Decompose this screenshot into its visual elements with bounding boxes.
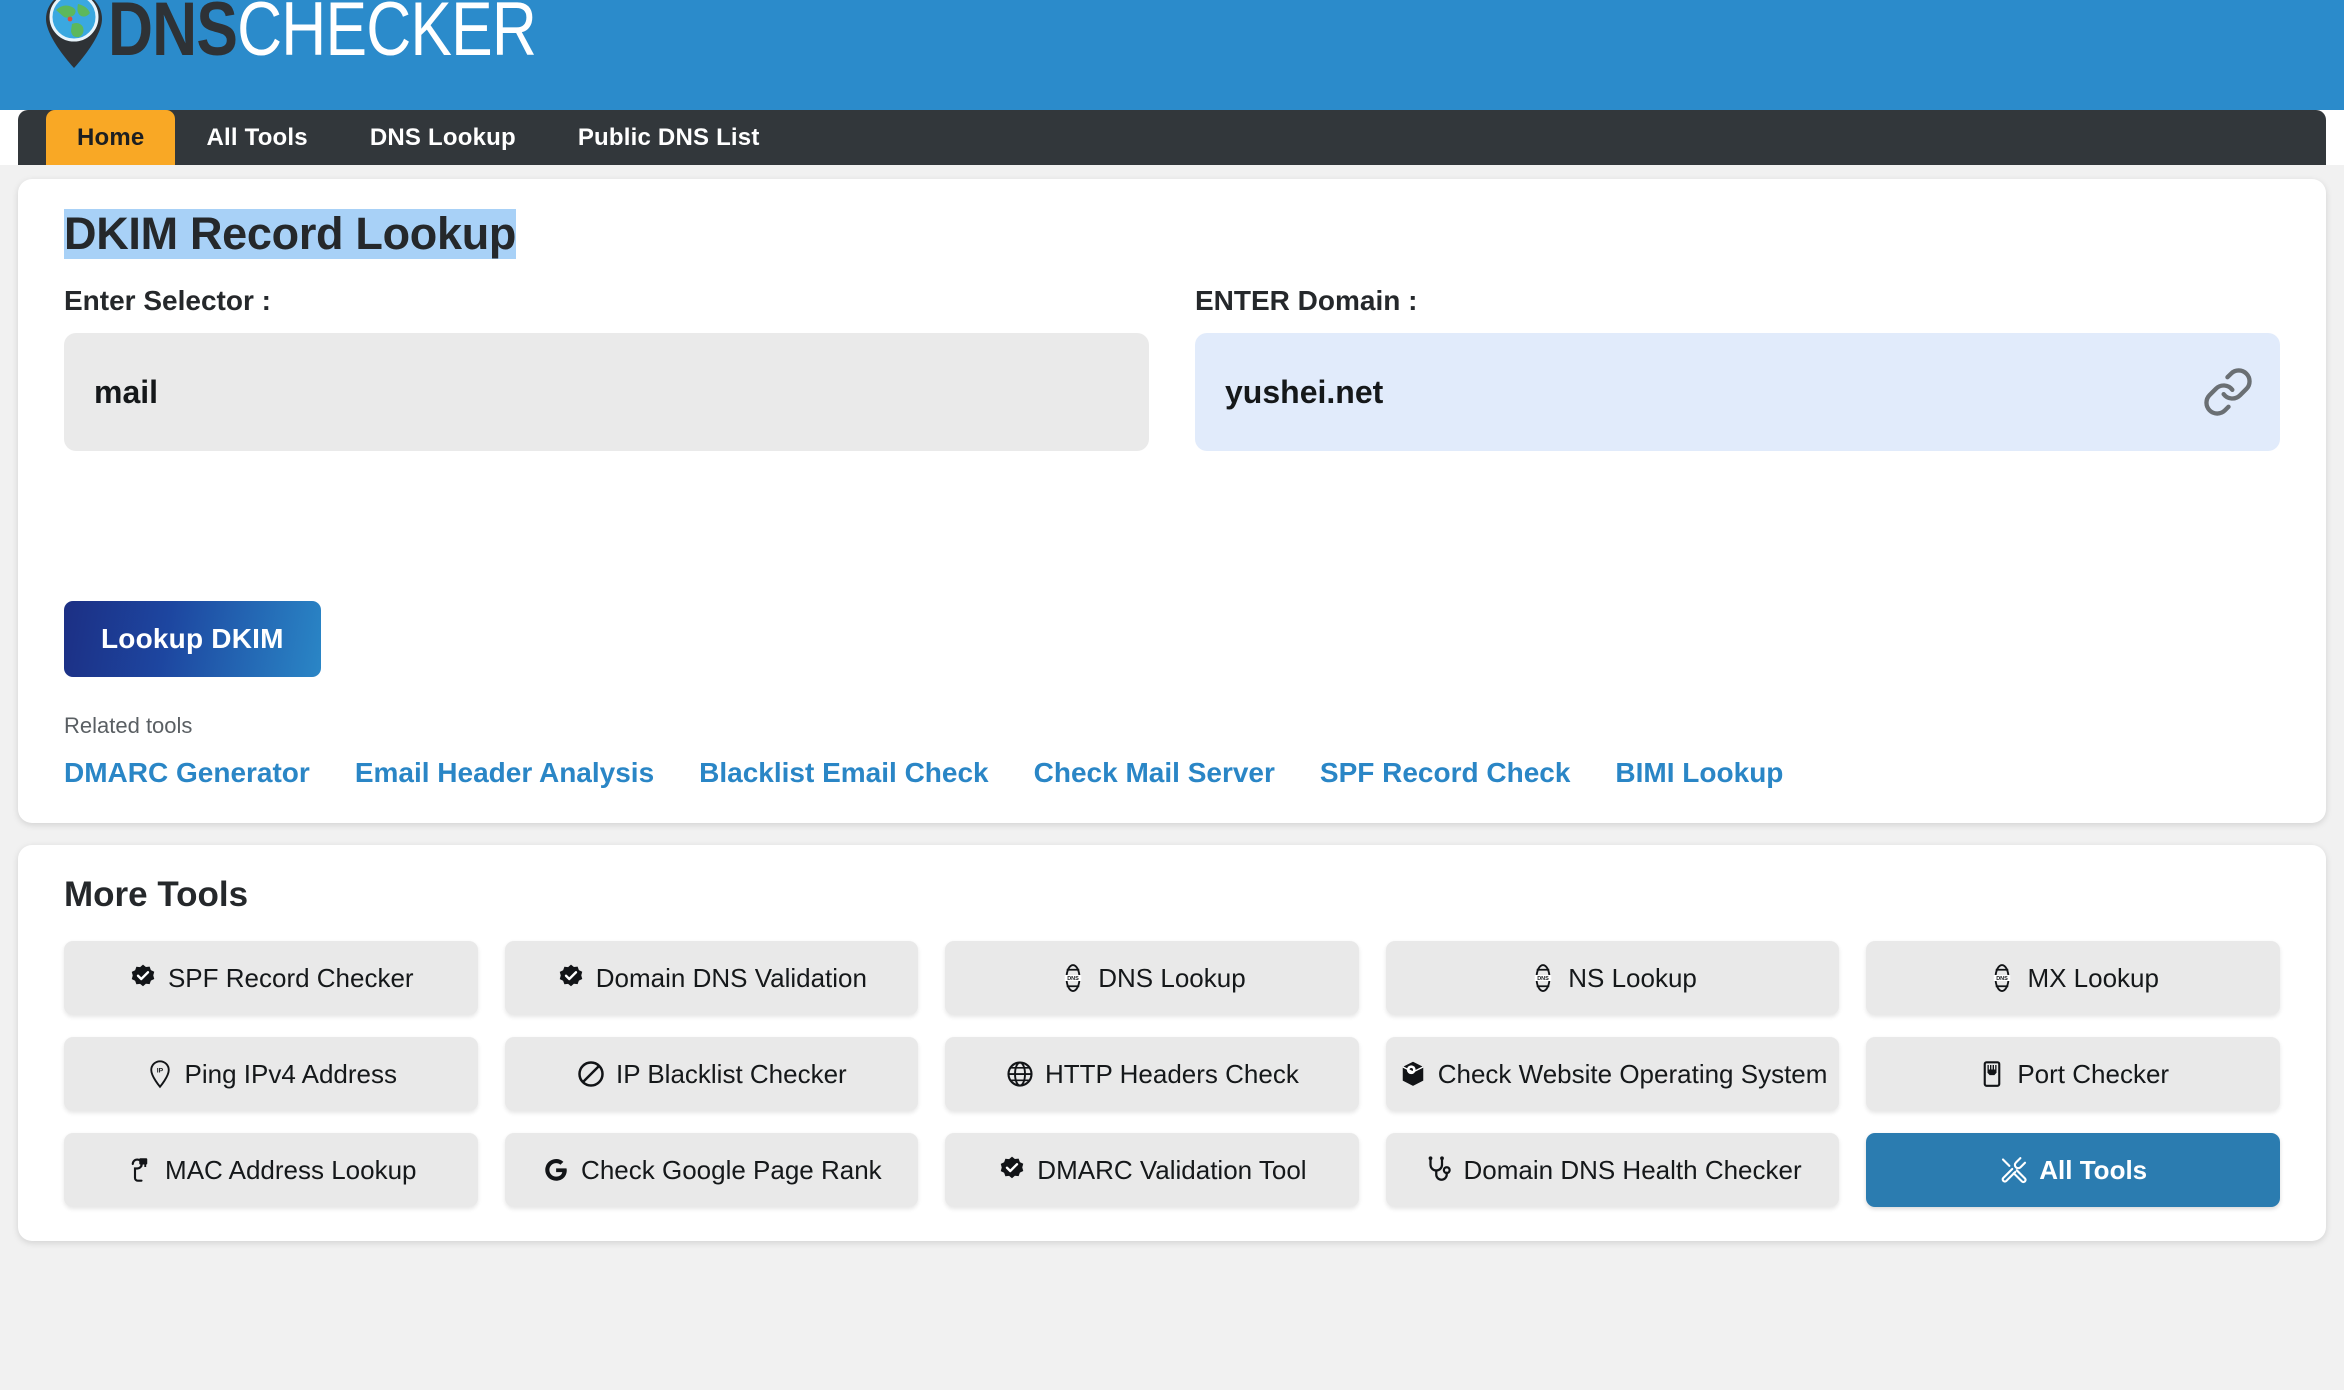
nav-item-public-dns-list[interactable]: Public DNS List <box>547 110 791 165</box>
tool-button-label: DNS Lookup <box>1098 962 1246 993</box>
lookup-form: Enter Selector : mail ENTER Domain : yus… <box>64 285 2280 452</box>
logo-wordmark: DNSCHECKER <box>108 0 537 68</box>
google-g-icon <box>541 1155 571 1185</box>
svg-text:DNS: DNS <box>1067 976 1079 982</box>
globe-map-pin-icon <box>42 0 106 72</box>
selector-input[interactable]: mail <box>64 333 1149 452</box>
tool-button-label: Check Website Operating System <box>1437 1058 1828 1089</box>
dns-globe-icon: DNS <box>1987 963 2017 993</box>
related-link-dmarc-generator[interactable]: DMARC Generator <box>64 757 310 789</box>
selector-label: Enter Selector : <box>64 285 271 317</box>
nav-label: Home <box>77 123 145 151</box>
prohibited-icon <box>576 1059 606 1089</box>
logo-checker-text: CHECKER <box>237 0 537 72</box>
tool-button-all-tools[interactable]: All Tools <box>1866 1133 2280 1208</box>
tool-button-check-website-operating-system[interactable]: Check Website Operating System <box>1385 1037 1840 1112</box>
related-link-bimi-lookup[interactable]: BIMI Lookup <box>1615 757 1783 789</box>
related-link-spf-record-check[interactable]: SPF Record Check <box>1320 757 1571 789</box>
tool-button-label: DMARC Validation Tool <box>1037 1154 1307 1185</box>
dkim-lookup-card: DKIM Record Lookup Enter Selector : mail… <box>18 179 2326 824</box>
tool-button-label: NS Lookup <box>1568 962 1697 993</box>
tool-button-label: IP Blacklist Checker <box>616 1058 847 1089</box>
nav-label: DNS Lookup <box>369 123 516 151</box>
page-body: DKIM Record Lookup Enter Selector : mail… <box>0 165 2344 1390</box>
related-link-blacklist-email-check[interactable]: Blacklist Email Check <box>699 757 988 789</box>
tools-icon <box>1999 1155 2029 1185</box>
related-tools-links: DMARC Generator Email Header Analysis Bl… <box>64 757 2280 789</box>
lookup-dkim-button[interactable]: Lookup DKIM <box>64 601 321 678</box>
related-link-email-header-analysis[interactable]: Email Header Analysis <box>355 757 654 789</box>
tool-button-label: Domain DNS Health Checker <box>1463 1154 1802 1185</box>
badge-check-icon <box>997 1155 1027 1185</box>
tool-button-label: HTTP Headers Check <box>1045 1058 1299 1089</box>
nav-item-all-tools[interactable]: All Tools <box>175 110 338 165</box>
badge-check-icon <box>128 963 158 993</box>
site-header: DNSCHECKER <box>0 0 2344 110</box>
tool-button-label: All Tools <box>2039 1154 2148 1185</box>
tool-button-mx-lookup[interactable]: DNS MX Lookup <box>1866 941 2280 1016</box>
tool-button-check-google-page-rank[interactable]: Check Google Page Rank <box>504 1133 919 1208</box>
more-tools-card: More Tools SPF Record Checker Domain DNS … <box>18 845 2326 1242</box>
tool-button-port-checker[interactable]: Port Checker <box>1866 1037 2280 1112</box>
selector-input-value: mail <box>94 373 159 410</box>
tool-button-spf-record-checker[interactable]: SPF Record Checker <box>64 941 478 1016</box>
related-link-check-mail-server[interactable]: Check Mail Server <box>1034 757 1275 789</box>
svg-text:DNS: DNS <box>1997 976 2009 982</box>
domain-label: ENTER Domain : <box>1195 285 1418 317</box>
logo-dns-text: DNS <box>108 0 238 72</box>
dns-globe-icon: DNS <box>1528 963 1558 993</box>
badge-check-icon <box>556 963 586 993</box>
dns-globe-icon: DNS <box>1058 963 1088 993</box>
nav-item-home[interactable]: Home <box>46 110 176 165</box>
svg-text:DNS: DNS <box>1537 976 1549 982</box>
tool-button-domain-dns-validation[interactable]: Domain DNS Validation <box>504 941 919 1016</box>
ethernet-port-icon <box>1977 1059 2007 1089</box>
tool-button-ip-blacklist-checker[interactable]: IP Blacklist Checker <box>504 1037 919 1112</box>
domain-input-value: yushei.net <box>1225 373 1384 410</box>
tool-button-domain-dns-health-checker[interactable]: Domain DNS Health Checker <box>1385 1133 1840 1208</box>
tool-button-label: Check Google Page Rank <box>581 1154 882 1185</box>
network-plug-icon <box>125 1155 155 1185</box>
domain-field-group: ENTER Domain : yushei.net <box>1195 285 2280 452</box>
more-tools-title: More Tools <box>64 875 249 915</box>
more-tools-grid: SPF Record Checker Domain DNS Validation D… <box>64 941 2280 1208</box>
selector-field-group: Enter Selector : mail <box>64 285 1149 452</box>
tool-button-label: Ping IPv4 Address <box>184 1058 398 1089</box>
page-title: DKIM Record Lookup <box>64 208 517 260</box>
main-navigation: Home All Tools DNS Lookup Public DNS Lis… <box>18 110 2326 165</box>
globe-icon <box>1005 1059 1035 1089</box>
server-box-icon <box>1398 1059 1428 1089</box>
svg-text:IP: IP <box>156 1068 163 1075</box>
tool-button-label: SPF Record Checker <box>167 962 414 993</box>
tool-button-mac-address-lookup[interactable]: MAC Address Lookup <box>64 1133 478 1208</box>
tool-button-dns-lookup[interactable]: DNS DNS Lookup <box>945 941 1359 1016</box>
site-logo[interactable]: DNSCHECKER <box>42 0 630 78</box>
tool-button-dmarc-validation-tool[interactable]: DMARC Validation Tool <box>945 1133 1359 1208</box>
nav-label: All Tools <box>206 123 308 151</box>
ip-map-pin-icon: IP <box>145 1059 175 1089</box>
tool-button-http-headers-check[interactable]: HTTP Headers Check <box>945 1037 1359 1112</box>
tool-button-label: Domain DNS Validation <box>595 962 867 993</box>
stethoscope-icon <box>1424 1155 1454 1185</box>
tool-button-ping-ipv4-address[interactable]: IP Ping IPv4 Address <box>64 1037 478 1112</box>
domain-input[interactable]: yushei.net <box>1195 333 2280 452</box>
nav-item-dns-lookup[interactable]: DNS Lookup <box>339 110 547 165</box>
related-tools-label: Related tools <box>64 713 193 739</box>
tool-button-label: MAC Address Lookup <box>165 1154 417 1185</box>
tool-button-ns-lookup[interactable]: DNS NS Lookup <box>1385 941 1840 1016</box>
tool-button-label: Port Checker <box>2017 1058 2170 1089</box>
tool-button-label: MX Lookup <box>2027 962 2159 993</box>
link-icon[interactable] <box>2202 366 2254 418</box>
nav-label: Public DNS List <box>577 123 760 151</box>
